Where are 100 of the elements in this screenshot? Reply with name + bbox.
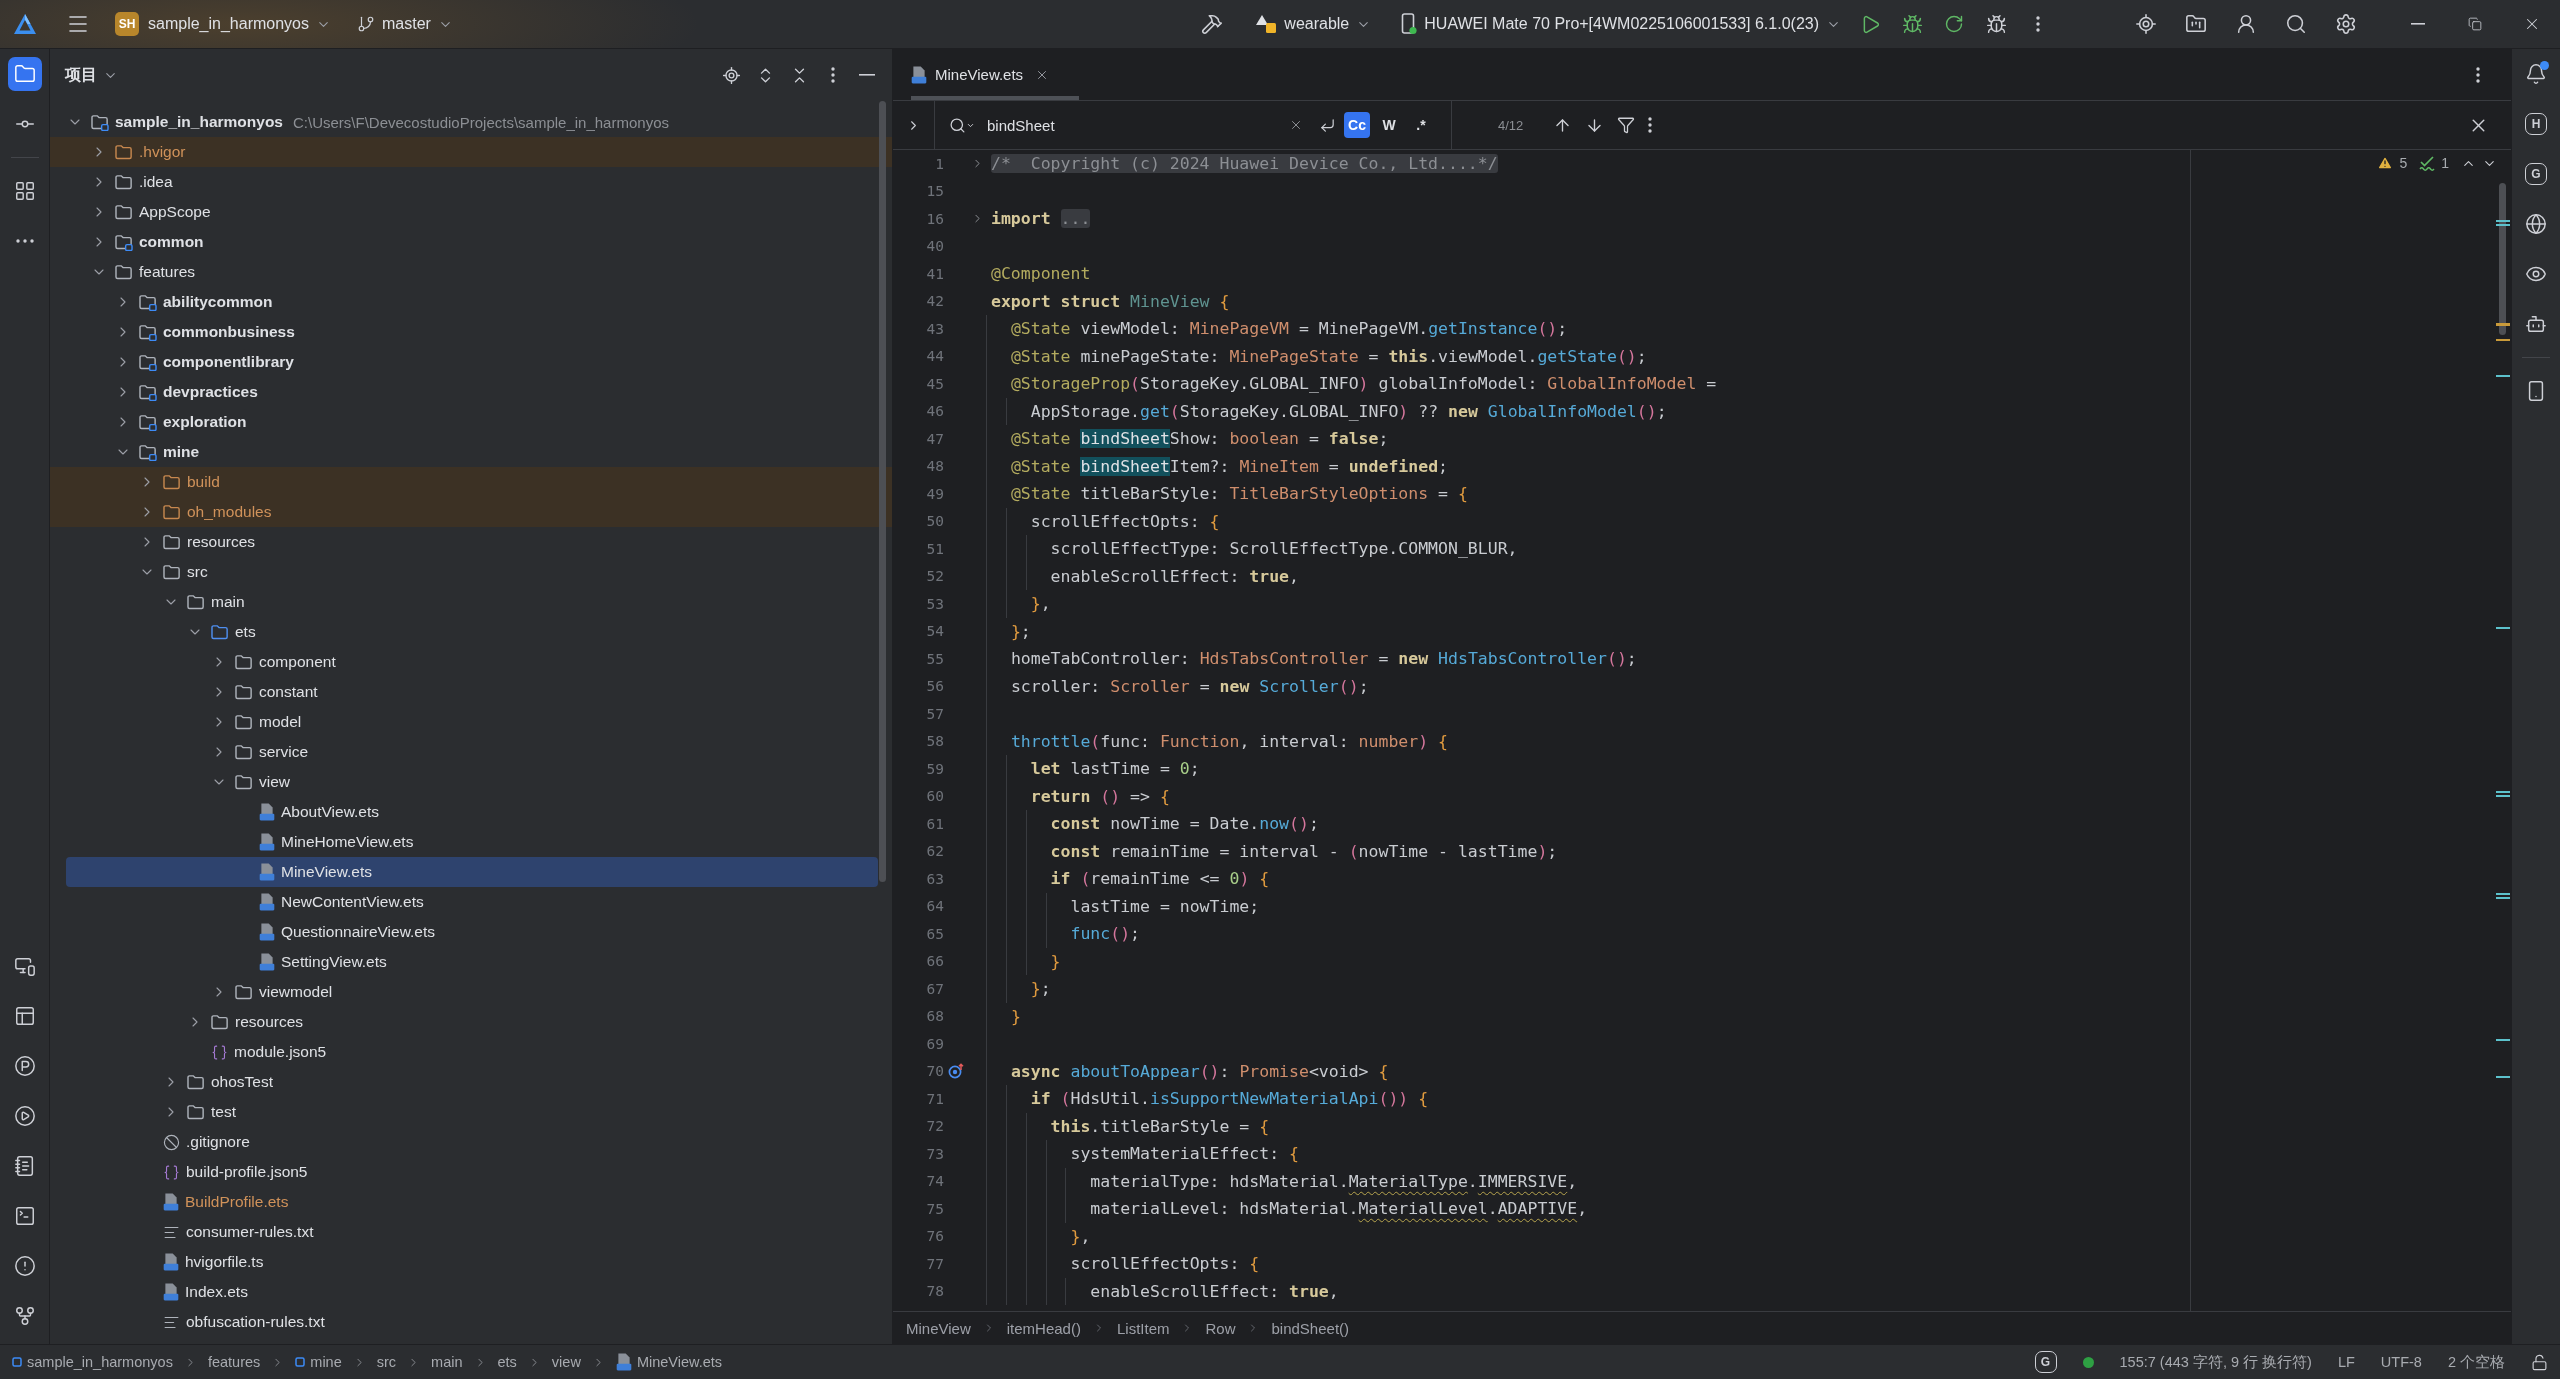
target-arrow-icon[interactable]: [947, 1063, 965, 1080]
more-icon[interactable]: [831, 67, 835, 83]
lock-open-icon[interactable]: [2531, 1353, 2548, 1371]
logo-icon[interactable]: [13, 13, 37, 35]
file-encoding[interactable]: UTF-8: [2380, 1354, 2422, 1370]
editor-tab[interactable]: MineView.ets: [911, 49, 1080, 100]
tree-row[interactable]: obfuscation-rules.txt: [50, 1307, 892, 1337]
tree-row[interactable]: NewContentView.ets: [50, 887, 892, 917]
search-option-toggle[interactable]: Cc: [1344, 112, 1370, 138]
bug-icon[interactable]: [1901, 13, 1923, 35]
path-item[interactable]: view: [551, 1354, 581, 1370]
line-separator[interactable]: LF: [2337, 1354, 2355, 1370]
hammer-icon[interactable]: [1201, 13, 1224, 35]
tree-row[interactable]: common: [50, 227, 892, 257]
tree-row[interactable]: component: [50, 647, 892, 677]
breadcrumb-item[interactable]: itemHead(): [1006, 1319, 1081, 1337]
tree-row[interactable]: .idea: [50, 167, 892, 197]
plugin-tool-button[interactable]: G: [2525, 163, 2547, 185]
tree-row[interactable]: abilitycommon: [50, 287, 892, 317]
tree-row[interactable]: MineHomeView.ets: [50, 827, 892, 857]
tree-row[interactable]: build-profile.json5: [50, 1157, 892, 1187]
search-field[interactable]: bindSheet: [987, 110, 1279, 140]
tree-row[interactable]: sample_in_harmonyos C:\Users\F\DevecostudioProjects\sample_in_harmonyos: [50, 107, 892, 137]
tree-row[interactable]: resources: [50, 527, 892, 557]
breadcrumb-item[interactable]: ListItem: [1116, 1319, 1170, 1337]
breadcrumb-item[interactable]: Row: [1205, 1319, 1236, 1337]
search-option-toggle[interactable]: .*: [1408, 112, 1434, 138]
tree-row[interactable]: devpractices: [50, 377, 892, 407]
tree-row[interactable]: ohosTest: [50, 1067, 892, 1097]
tree-row[interactable]: componentlibrary: [50, 347, 892, 377]
tree-row[interactable]: features: [50, 257, 892, 287]
restore-icon[interactable]: [2467, 17, 2482, 31]
tree-row[interactable]: src: [50, 557, 892, 587]
tree-row[interactable]: main: [50, 587, 892, 617]
scrollbar-thumb[interactable]: [2499, 183, 2506, 335]
bell-icon[interactable]: [2525, 63, 2547, 85]
tree-row[interactable]: mine: [50, 437, 892, 467]
path-item[interactable]: mine: [295, 1354, 342, 1370]
plugin-tool-button[interactable]: H: [2525, 113, 2547, 135]
tree-row[interactable]: service: [50, 737, 892, 767]
more-icon[interactable]: [1648, 117, 1653, 133]
tree-row[interactable]: constant: [50, 677, 892, 707]
tree-row[interactable]: commonbusiness: [50, 317, 892, 347]
indent-setting[interactable]: 2 个空格: [2447, 1352, 2505, 1372]
bug-icon[interactable]: [1985, 13, 2007, 35]
tree-row[interactable]: model: [50, 707, 892, 737]
path-item[interactable]: main: [431, 1354, 463, 1370]
run-configuration-selector[interactable]: wearable: [1251, 7, 1376, 41]
caret-position[interactable]: 155:7 (443 字符, 9 行 换行符): [2119, 1352, 2312, 1372]
robot-icon[interactable]: [2525, 313, 2547, 335]
search-icon[interactable]: [949, 116, 966, 134]
tree-row[interactable]: MineView.ets: [66, 857, 878, 887]
tree-row[interactable]: .gitignore: [50, 1127, 892, 1157]
breadcrumb-item[interactable]: bindSheet(): [1271, 1319, 1350, 1337]
more-icon[interactable]: [2476, 66, 2480, 83]
tree-row[interactable]: AppScope: [50, 197, 892, 227]
tree-row[interactable]: ets: [50, 617, 892, 647]
tree-row[interactable]: AboutView.ets: [50, 797, 892, 827]
user-icon[interactable]: [2235, 13, 2257, 35]
breadcrumb-item[interactable]: MineView: [906, 1319, 971, 1337]
project-view-selector[interactable]: 项目: [61, 64, 122, 86]
tree-row[interactable]: BuildProfile.ets: [50, 1187, 892, 1217]
return-arrow-icon[interactable]: [1318, 116, 1336, 134]
tree-row[interactable]: oh_modules: [50, 497, 892, 527]
project-selector[interactable]: SH sample_in_harmonyos: [111, 7, 335, 41]
tree-row[interactable]: Index.ets: [50, 1277, 892, 1307]
device-selector[interactable]: HUAWEI Mate 70 Pro+[4WM0225106001533] 6.1.0(23): [1397, 7, 1845, 41]
crosshair-icon[interactable]: [721, 65, 741, 85]
tree-row[interactable]: view: [50, 767, 892, 797]
tree-row[interactable]: QuestionnaireView.ets: [50, 917, 892, 947]
tree-row[interactable]: module.json5: [50, 1037, 892, 1067]
branch-selector[interactable]: master: [353, 7, 457, 41]
plugin-status-button[interactable]: G: [2034, 1351, 2057, 1373]
tool-window-button[interactable]: [7, 57, 42, 91]
refresh-icon[interactable]: [1944, 14, 1964, 34]
globe-icon[interactable]: [2525, 213, 2547, 235]
tree-row[interactable]: build: [50, 467, 892, 497]
tree-row[interactable]: test: [50, 1097, 892, 1127]
crosshair-icon[interactable]: [2135, 13, 2157, 35]
tree-row[interactable]: SettingView.ets: [50, 947, 892, 977]
minimize-icon[interactable]: [2410, 23, 2425, 25]
path-item[interactable]: src: [376, 1354, 397, 1370]
path-item[interactable]: ets: [497, 1354, 517, 1370]
scrollbar-thumb[interactable]: [879, 101, 886, 882]
more-icon[interactable]: [2036, 16, 2040, 32]
filter-icon[interactable]: [1617, 116, 1636, 134]
folder-bars-icon[interactable]: [2185, 13, 2207, 35]
tree-row[interactable]: viewmodel: [50, 977, 892, 1007]
search-option-toggle[interactable]: W: [1376, 112, 1402, 138]
path-item[interactable]: sample_in_harmonyos: [12, 1354, 173, 1370]
tree-row[interactable]: exploration: [50, 407, 892, 437]
tree-row[interactable]: .hvigor: [50, 137, 892, 167]
x-icon[interactable]: [1289, 118, 1303, 132]
tree-row[interactable]: resources: [50, 1007, 892, 1037]
search-icon[interactable]: [2285, 13, 2307, 35]
tree-row[interactable]: hvigorfile.ts: [50, 1247, 892, 1277]
settings-icon[interactable]: [2335, 13, 2357, 35]
path-item[interactable]: MineView.ets: [615, 1353, 723, 1371]
tree-row[interactable]: consumer-rules.txt: [50, 1217, 892, 1247]
path-item[interactable]: features: [207, 1354, 261, 1370]
